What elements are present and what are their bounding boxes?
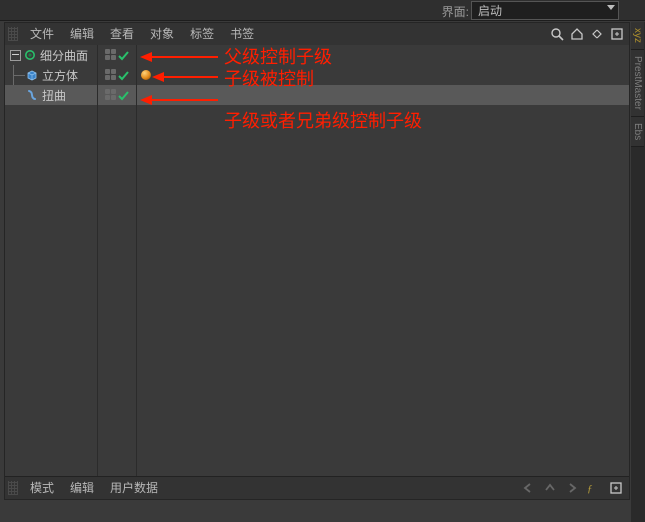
vis-cell[interactable]	[98, 45, 136, 65]
cube-icon	[25, 68, 39, 82]
menu-edit[interactable]: 编辑	[62, 23, 102, 45]
home-icon[interactable]	[569, 26, 585, 42]
tag-column[interactable]	[137, 45, 629, 477]
visibility-dots-icon[interactable]	[105, 69, 117, 81]
dock-tab[interactable]: Ebs	[631, 117, 644, 147]
menu-view[interactable]: 查看	[102, 23, 142, 45]
subdivision-icon	[23, 48, 37, 62]
expand-icon[interactable]	[589, 26, 605, 42]
object-manager-menubar: 文件 编辑 查看 对象 标签 书签	[5, 23, 629, 46]
expander-icon[interactable]	[10, 50, 21, 61]
visibility-dots-icon[interactable]	[105, 49, 117, 61]
menu-userdata[interactable]: 用户数据	[102, 477, 166, 499]
layout-dropdown-value: 启动	[478, 2, 502, 19]
pin-icon[interactable]	[607, 479, 625, 497]
menu-mode[interactable]: 模式	[22, 477, 62, 499]
enable-check-icon[interactable]	[118, 70, 129, 81]
grip-icon[interactable]	[8, 481, 18, 495]
dock-tab[interactable]: xyz	[631, 22, 644, 50]
layout-dropdown[interactable]: 启动	[471, 1, 619, 20]
enable-check-icon[interactable]	[118, 90, 129, 101]
tag-row[interactable]	[137, 65, 629, 85]
svg-text:ƒ: ƒ	[587, 483, 593, 495]
menu-tags[interactable]: 标签	[182, 23, 222, 45]
dock-tab[interactable]: PrestMaster	[631, 50, 644, 117]
top-strip: 界面: 启动	[0, 0, 645, 21]
tag-row[interactable]	[137, 85, 629, 105]
tree-row-subdivision[interactable]: 细分曲面	[5, 45, 97, 65]
menu-file[interactable]: 文件	[22, 23, 62, 45]
tree-column: 细分曲面 立方体	[5, 45, 98, 477]
vis-cell[interactable]	[98, 65, 136, 85]
visibility-column	[98, 45, 137, 477]
tree-item-label: 细分曲面	[40, 47, 88, 64]
phong-tag-icon[interactable]	[141, 70, 151, 80]
chevron-down-icon	[607, 5, 615, 10]
object-manager-body: 细分曲面 立方体	[5, 45, 629, 477]
tree-row-twist[interactable]: 扭曲	[5, 85, 97, 105]
menu-edit[interactable]: 编辑	[62, 477, 102, 499]
menu-bookmark[interactable]: 书签	[222, 23, 262, 45]
arrow-up-icon[interactable]	[541, 479, 559, 497]
search-icon[interactable]	[549, 26, 565, 42]
arrow-left-icon[interactable]	[519, 479, 537, 497]
tree-row-cube[interactable]: 立方体	[5, 65, 97, 85]
tag-row[interactable]	[137, 45, 629, 65]
pin-icon[interactable]	[609, 26, 625, 42]
visibility-dots-icon[interactable]	[105, 89, 117, 101]
object-manager-panel: 文件 编辑 查看 对象 标签 书签	[4, 22, 630, 500]
twist-icon	[25, 88, 39, 102]
function-icon[interactable]: ƒ	[585, 479, 603, 497]
layout-label: 界面:	[442, 3, 469, 20]
grip-icon[interactable]	[8, 27, 18, 41]
menu-object[interactable]: 对象	[142, 23, 182, 45]
arrow-right-icon[interactable]	[563, 479, 581, 497]
tree-item-label: 立方体	[42, 67, 78, 84]
vis-cell[interactable]	[98, 85, 136, 105]
enable-check-icon[interactable]	[118, 50, 129, 61]
right-dock: xyz PrestMaster Ebs	[631, 22, 645, 522]
attribute-manager-menubar: 模式 编辑 用户数据 ƒ	[5, 476, 629, 499]
tree-item-label: 扭曲	[42, 87, 66, 104]
